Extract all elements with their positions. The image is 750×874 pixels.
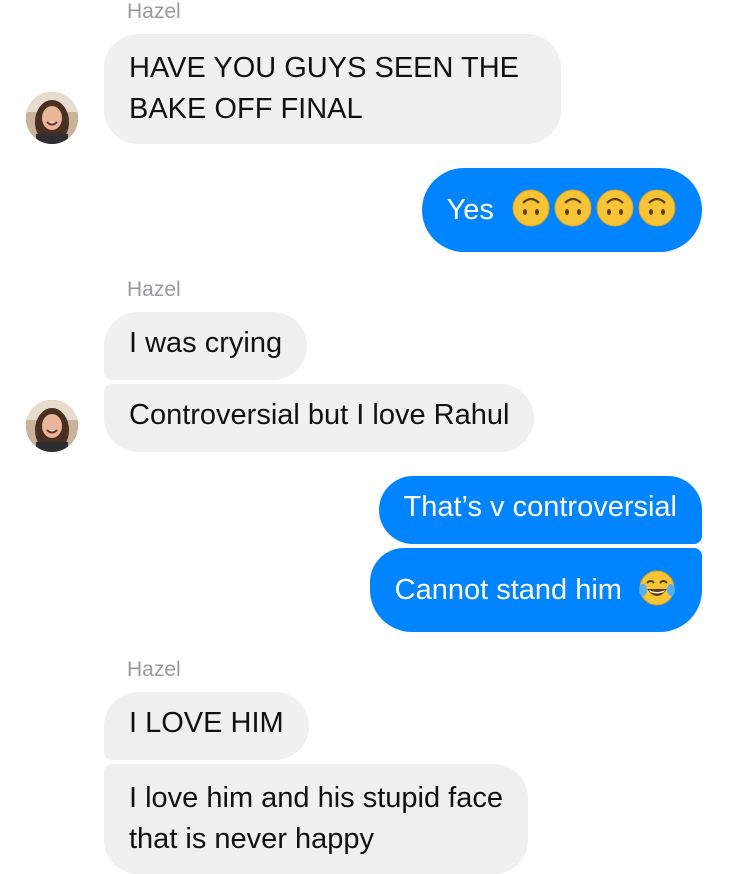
incoming-message[interactable]: Controversial but I love Rahul — [104, 384, 535, 452]
outgoing-message[interactable]: That’s v controversial — [378, 476, 702, 544]
outgoing-message[interactable]: Yes — [421, 168, 702, 252]
outgoing-message[interactable]: Cannot stand him — [369, 548, 702, 632]
incoming-message[interactable]: HAVE YOU GUYS SEEN THE BAKE OFF FINAL — [104, 34, 561, 144]
face-with-tears-of-joy-icon — [638, 569, 676, 607]
upside-down-face-icon — [554, 189, 592, 227]
sender-name: Hazel — [127, 0, 181, 23]
sender-name: Hazel — [127, 658, 181, 681]
incoming-message[interactable]: I was crying — [104, 312, 308, 380]
upside-down-face-icon — [512, 189, 550, 227]
incoming-message[interactable]: I LOVE HIM — [104, 692, 309, 760]
incoming-message[interactable]: I love him and his stupid face that is n… — [104, 764, 528, 874]
avatar[interactable] — [26, 92, 78, 144]
message-text: Yes — [446, 194, 494, 226]
upside-down-face-icon — [596, 189, 634, 227]
upside-down-face-icon — [638, 189, 676, 227]
avatar[interactable] — [26, 400, 78, 452]
message-text: Cannot stand him — [394, 574, 622, 606]
sender-name: Hazel — [127, 278, 181, 301]
